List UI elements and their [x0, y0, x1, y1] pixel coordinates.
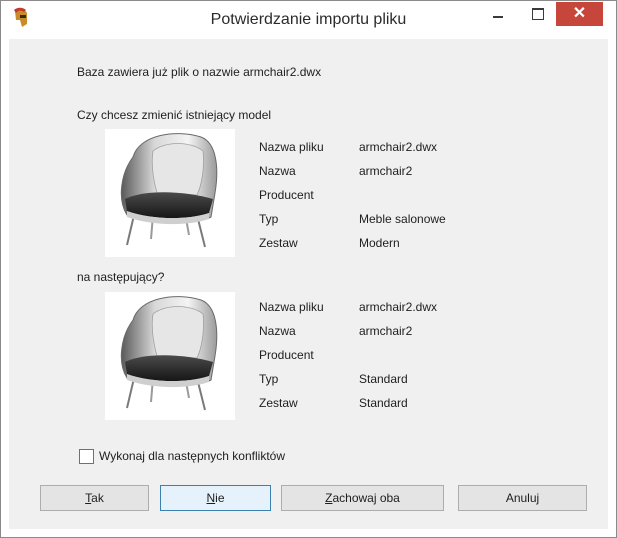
property-value: Standard [359, 372, 408, 386]
apply-to-next-conflicts-label[interactable]: Wykonaj dla następnych konfliktów [99, 449, 285, 463]
property-label: Typ [259, 372, 279, 386]
dialog-window: Potwierdzanie importu pliku ✕ Baza zawie… [0, 0, 617, 538]
nie-button-label: ie [215, 491, 225, 505]
zachowaj-oba-button-label: achowaj oba [332, 491, 400, 505]
close-icon: ✕ [572, 5, 587, 22]
message-line-replacement: na następujący? [77, 270, 165, 284]
replacement-model-thumbnail [105, 292, 235, 420]
property-value: armchair2 [359, 324, 413, 338]
dialog-body: Baza zawiera już plik o nazwie armchair2… [9, 39, 608, 529]
property-value: Standard [359, 396, 408, 410]
property-value: armchair2.dwx [359, 300, 438, 314]
property-label: Producent [259, 188, 314, 202]
tak-button[interactable]: Tak [40, 485, 149, 511]
property-value: armchair2.dwx [359, 140, 438, 154]
property-label: Nazwa [259, 164, 296, 178]
tak-button-label: ak [91, 491, 104, 505]
nie-button-mnemonic: N [206, 491, 216, 505]
property-label: Producent [259, 348, 314, 362]
property-label: Zestaw [259, 236, 298, 250]
title-bar[interactable]: Potwierdzanie importu pliku ✕ [1, 1, 616, 39]
property-label: Nazwa pliku [259, 300, 324, 314]
message-line-exists: Baza zawiera już plik o nazwie armchair2… [77, 65, 322, 79]
existing-model-thumbnail [105, 129, 235, 257]
property-value: Meble salonowe [359, 212, 446, 226]
property-value: Modern [359, 236, 400, 250]
property-label: Nazwa pliku [259, 140, 324, 154]
maximize-button[interactable] [523, 1, 553, 27]
property-value: armchair2 [359, 164, 413, 178]
property-label: Nazwa [259, 324, 296, 338]
armchair-image [120, 296, 218, 411]
zachowaj-oba-button[interactable]: Zachowaj oba [281, 485, 444, 511]
armchair-image [120, 133, 218, 248]
nie-button[interactable]: Nie [160, 485, 271, 511]
property-label: Zestaw [259, 396, 298, 410]
close-button[interactable]: ✕ [556, 2, 603, 26]
apply-to-next-conflicts-checkbox[interactable] [79, 449, 94, 464]
property-label: Typ [259, 212, 279, 226]
minimize-button[interactable] [483, 1, 513, 27]
anuluj-button[interactable]: Anuluj [458, 485, 587, 511]
message-line-question: Czy chcesz zmienić istniejący model [77, 108, 272, 122]
